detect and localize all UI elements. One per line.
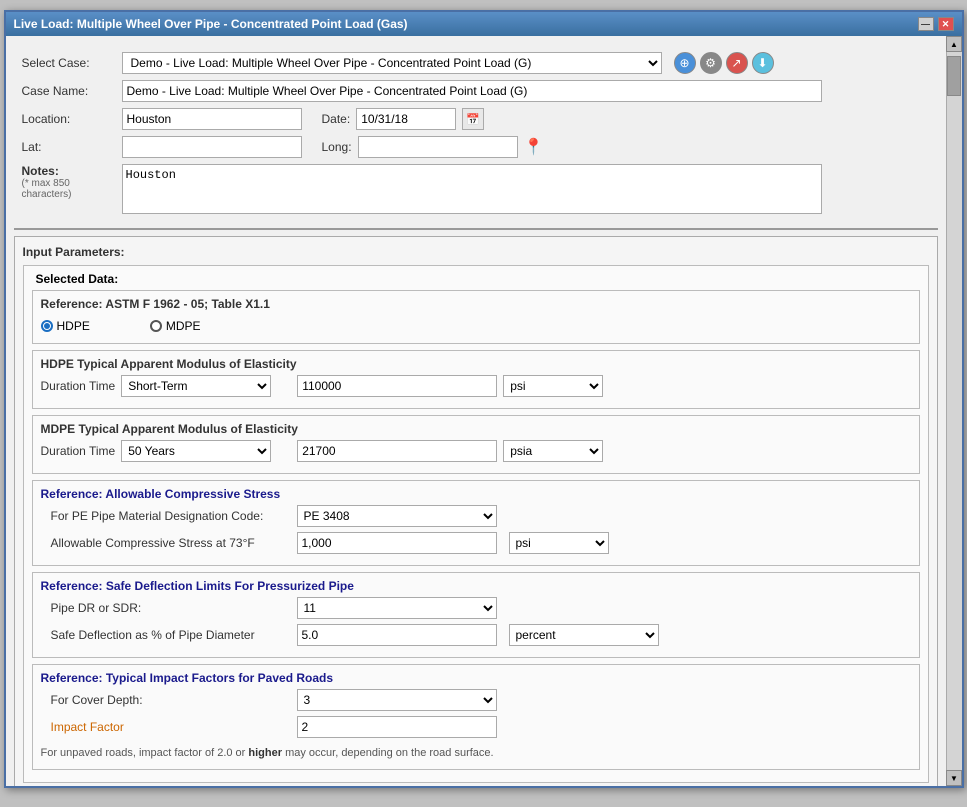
astm-reference-group: Reference: ASTM F 1962 - 05; Table X1.1 … [32, 290, 920, 344]
scroll-down-button[interactable]: ▼ [946, 770, 962, 786]
cover-depth-row: For Cover Depth: 3 4 5 6 [41, 689, 911, 711]
impact-note: For unpaved roads, impact factor of 2.0 … [41, 743, 911, 763]
mdpe-unit-select[interactable]: psi psia kPa MPa [503, 440, 603, 462]
hdpe-modulus-group: HDPE Typical Apparent Modulus of Elastic… [32, 350, 920, 409]
calendar-button[interactable]: 📅 [462, 108, 484, 130]
cover-depth-select[interactable]: 3 4 5 6 [297, 689, 497, 711]
lat-label: Lat: [22, 140, 122, 154]
select-case-control: Demo - Live Load: Multiple Wheel Over Pi… [122, 52, 774, 74]
hdpe-unit-select[interactable]: psi kPa MPa [503, 375, 603, 397]
notes-row: Notes: (* max 850 characters) Houston [22, 164, 930, 214]
mdpe-duration-row: Duration Time Short-Term Long-Term 50 Ye… [41, 440, 911, 462]
date-group: Date: 📅 [322, 108, 485, 130]
mdpe-duration-label: Duration Time [41, 444, 116, 458]
hdpe-duration-select[interactable]: Short-Term Long-Term 50 Years [121, 375, 271, 397]
hdpe-value-input[interactable] [297, 375, 497, 397]
scrollbar[interactable]: ▲ ▼ [946, 36, 962, 786]
hdpe-section-title: HDPE Typical Apparent Modulus of Elastic… [41, 357, 911, 371]
reference-label: Reference: ASTM F 1962 - 05; Table X1.1 [41, 297, 911, 311]
share-icon-button[interactable]: ↗ [726, 52, 748, 74]
notes-label-wrap: Notes: (* max 850 characters) [22, 164, 122, 200]
mdpe-duration-select[interactable]: Short-Term Long-Term 50 Years [121, 440, 271, 462]
case-name-row: Case Name: [22, 80, 930, 102]
map-pin-icon[interactable]: 📍 [524, 137, 544, 157]
location-input[interactable] [122, 108, 302, 130]
hdpe-mdpe-radio-row: HDPE MDPE [41, 315, 911, 337]
mdpe-section-title: MDPE Typical Apparent Modulus of Elastic… [41, 422, 911, 436]
compressive-stress-input[interactable] [297, 532, 497, 554]
hdpe-radio-circle[interactable] [41, 320, 53, 332]
download-icon-button[interactable]: ⬇ [752, 52, 774, 74]
location-label: Location: [22, 112, 122, 126]
main-content: Select Case: Demo - Live Load: Multiple … [6, 36, 962, 786]
long-input[interactable] [358, 136, 518, 158]
compressive-code-row: For PE Pipe Material Designation Code: P… [41, 505, 911, 527]
pipe-dr-label: Pipe DR or SDR: [41, 601, 291, 615]
select-case-dropdown[interactable]: Demo - Live Load: Multiple Wheel Over Pi… [122, 52, 662, 74]
compressive-stress-row: Allowable Compressive Stress at 73°F psi… [41, 532, 911, 554]
mdpe-value-input[interactable] [297, 440, 497, 462]
compressive-sub-label: For PE Pipe Material Designation Code: [41, 509, 291, 523]
hdpe-radio-label: HDPE [57, 319, 90, 333]
pipe-dr-select[interactable]: 11 13.5 17 21 26 [297, 597, 497, 619]
hdpe-duration-row: Duration Time Short-Term Long-Term 50 Ye… [41, 375, 911, 397]
selected-data-group: Selected Data: Reference: ASTM F 1962 - … [23, 265, 929, 783]
impact-factor-label: Impact Factor [41, 720, 291, 734]
impact-factor-input[interactable] [297, 716, 497, 738]
selected-data-title: Selected Data: [32, 272, 920, 286]
date-input[interactable] [356, 108, 456, 130]
mdpe-modulus-group: MDPE Typical Apparent Modulus of Elastic… [32, 415, 920, 474]
notes-textarea[interactable]: Houston [122, 164, 822, 214]
impact-factor-row: Impact Factor [41, 716, 911, 738]
select-case-row: Select Case: Demo - Live Load: Multiple … [22, 52, 930, 74]
long-label: Long: [322, 140, 352, 154]
window-title: Live Load: Multiple Wheel Over Pipe - Co… [14, 17, 408, 31]
title-bar-buttons: — ✕ [918, 17, 954, 31]
minimize-button[interactable]: — [918, 17, 934, 31]
title-bar: Live Load: Multiple Wheel Over Pipe - Co… [6, 12, 962, 36]
select-case-label: Select Case: [22, 56, 122, 70]
compressive-stress-label: Allowable Compressive Stress at 73°F [41, 536, 291, 550]
compressive-stress-unit-select[interactable]: psi kPa MPa [509, 532, 609, 554]
lat-input[interactable] [122, 136, 302, 158]
case-name-label: Case Name: [22, 84, 122, 98]
add-icon-button[interactable]: ⊕ [674, 52, 696, 74]
impact-group: Reference: Typical Impact Factors for Pa… [32, 664, 920, 770]
deflection-group: Reference: Safe Deflection Limits For Pr… [32, 572, 920, 658]
deflection-title: Reference: Safe Deflection Limits For Pr… [41, 579, 911, 593]
notes-subtext: (* max 850 characters) [22, 178, 122, 200]
mdpe-radio-label: MDPE [166, 319, 201, 333]
impact-title: Reference: Typical Impact Factors for Pa… [41, 671, 911, 685]
compressive-code-select[interactable]: PE 3408 PE 4710 PE 3608 [297, 505, 497, 527]
mdpe-radio-circle[interactable] [150, 320, 162, 332]
impact-note-bold: higher [248, 747, 282, 759]
cover-depth-label: For Cover Depth: [41, 693, 291, 707]
safe-deflection-label: Safe Deflection as % of Pipe Diameter [41, 628, 291, 642]
safe-deflection-unit-select[interactable]: percent % [509, 624, 659, 646]
scroll-up-button[interactable]: ▲ [946, 36, 962, 52]
compressive-title: Reference: Allowable Compressive Stress [41, 487, 911, 501]
safe-deflection-input[interactable] [297, 624, 497, 646]
date-label: Date: [322, 112, 351, 126]
lat-long-row: Lat: Long: 📍 [22, 136, 930, 158]
gear-icon-button[interactable]: ⚙ [700, 52, 722, 74]
case-name-input[interactable] [122, 80, 822, 102]
params-section: Input Parameters: Selected Data: Referen… [14, 236, 938, 786]
compressive-stress-group: Reference: Allowable Compressive Stress … [32, 480, 920, 566]
content-area: Select Case: Demo - Live Load: Multiple … [6, 36, 946, 786]
mdpe-radio-item[interactable]: MDPE [150, 319, 201, 333]
hdpe-duration-label: Duration Time [41, 379, 116, 393]
safe-deflection-row: Safe Deflection as % of Pipe Diameter pe… [41, 624, 911, 646]
main-window: Live Load: Multiple Wheel Over Pipe - Co… [4, 10, 964, 788]
action-icon-buttons: ⊕ ⚙ ↗ ⬇ [674, 52, 774, 74]
scroll-thumb[interactable] [947, 56, 961, 96]
notes-label: Notes: [22, 164, 122, 178]
params-title: Input Parameters: [23, 245, 929, 259]
location-date-row: Location: Date: 📅 [22, 108, 930, 130]
hdpe-radio-item[interactable]: HDPE [41, 319, 90, 333]
top-section: Select Case: Demo - Live Load: Multiple … [14, 44, 938, 230]
pipe-dr-row: Pipe DR or SDR: 11 13.5 17 21 26 [41, 597, 911, 619]
long-group: Long: 📍 [322, 136, 544, 158]
close-button[interactable]: ✕ [938, 17, 954, 31]
